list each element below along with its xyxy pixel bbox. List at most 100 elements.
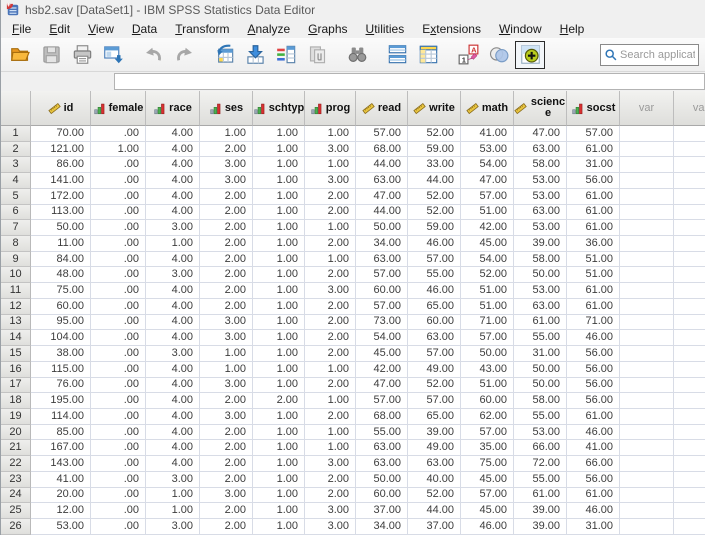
cell-race[interactable]: 4.00 [146, 157, 200, 173]
cell-socst[interactable]: 56.00 [567, 393, 620, 409]
menu-data[interactable]: Data [123, 21, 166, 37]
cell-write[interactable]: 44.00 [408, 173, 461, 189]
cell-empty[interactable] [674, 393, 705, 409]
menu-analyze[interactable]: Analyze [238, 21, 299, 37]
cell-female[interactable]: .00 [91, 488, 146, 504]
row-number[interactable]: 25 [1, 503, 31, 519]
cell-science[interactable]: 31.00 [514, 346, 567, 362]
cell-empty[interactable] [674, 378, 705, 394]
cell-socst[interactable]: 61.00 [567, 409, 620, 425]
cell-id[interactable]: 115.00 [31, 362, 91, 378]
cell-empty[interactable] [674, 519, 705, 535]
cell-prog[interactable]: 3.00 [305, 519, 356, 535]
cell-read[interactable]: 47.00 [356, 378, 408, 394]
cell-ses[interactable]: 2.00 [200, 189, 253, 205]
cell-race[interactable]: 3.00 [146, 519, 200, 535]
cell-empty[interactable] [620, 440, 674, 456]
cell-female[interactable]: .00 [91, 393, 146, 409]
cell-empty[interactable] [674, 267, 705, 283]
cell-race[interactable]: 4.00 [146, 330, 200, 346]
cell-female[interactable]: .00 [91, 409, 146, 425]
cell-read[interactable]: 37.00 [356, 503, 408, 519]
cell-empty[interactable] [620, 283, 674, 299]
cell-read[interactable]: 54.00 [356, 330, 408, 346]
cell-schtyp[interactable]: 1.00 [253, 267, 305, 283]
cell-empty[interactable] [620, 252, 674, 268]
cell-math[interactable]: 57.00 [461, 330, 514, 346]
cell-science[interactable]: 58.00 [514, 393, 567, 409]
cell-empty[interactable] [674, 299, 705, 315]
cell-ses[interactable]: 2.00 [200, 456, 253, 472]
cell-ses[interactable]: 2.00 [200, 220, 253, 236]
cell-prog[interactable]: 2.00 [305, 472, 356, 488]
cell-schtyp[interactable]: 1.00 [253, 173, 305, 189]
cell-schtyp[interactable]: 1.00 [253, 252, 305, 268]
cell-read[interactable]: 57.00 [356, 126, 408, 142]
cell-race[interactable]: 4.00 [146, 440, 200, 456]
cell-race[interactable]: 1.00 [146, 488, 200, 504]
cell-read[interactable]: 44.00 [356, 157, 408, 173]
cell-id[interactable]: 143.00 [31, 456, 91, 472]
row-number[interactable]: 12 [1, 299, 31, 315]
cell-female[interactable]: .00 [91, 440, 146, 456]
cell-id[interactable]: 12.00 [31, 503, 91, 519]
cell-prog[interactable]: 2.00 [305, 267, 356, 283]
column-header-read[interactable]: read [356, 91, 408, 126]
cell-science[interactable]: 55.00 [514, 472, 567, 488]
cell-race[interactable]: 3.00 [146, 346, 200, 362]
cell-female[interactable]: .00 [91, 189, 146, 205]
cell-read[interactable]: 34.00 [356, 236, 408, 252]
cell-empty[interactable] [674, 440, 705, 456]
cell-empty[interactable] [674, 283, 705, 299]
cell-schtyp[interactable]: 1.00 [253, 126, 305, 142]
cell-id[interactable]: 85.00 [31, 425, 91, 441]
cell-empty[interactable] [674, 456, 705, 472]
cell-science[interactable]: 53.00 [514, 173, 567, 189]
cell-math[interactable]: 51.00 [461, 378, 514, 394]
cell-read[interactable]: 45.00 [356, 346, 408, 362]
cell-prog[interactable]: 2.00 [305, 488, 356, 504]
column-header-ses[interactable]: ses [200, 91, 253, 126]
cell-id[interactable]: 75.00 [31, 283, 91, 299]
cell-socst[interactable]: 61.00 [567, 220, 620, 236]
row-number[interactable]: 17 [1, 378, 31, 394]
cell-write[interactable]: 59.00 [408, 142, 461, 158]
cell-ses[interactable]: 3.00 [200, 173, 253, 189]
cell-schtyp[interactable]: 1.00 [253, 283, 305, 299]
cell-read[interactable]: 42.00 [356, 362, 408, 378]
cell-math[interactable]: 62.00 [461, 409, 514, 425]
cell-female[interactable]: .00 [91, 236, 146, 252]
cell-socst[interactable]: 61.00 [567, 205, 620, 221]
cell-socst[interactable]: 46.00 [567, 425, 620, 441]
cell-empty[interactable] [620, 189, 674, 205]
insert-variable-button[interactable] [302, 41, 332, 69]
cell-empty[interactable] [620, 236, 674, 252]
cell-math[interactable]: 51.00 [461, 299, 514, 315]
menu-transform[interactable]: Transform [166, 21, 238, 37]
cell-id[interactable]: 172.00 [31, 189, 91, 205]
cell-schtyp[interactable]: 1.00 [253, 472, 305, 488]
save-button[interactable] [36, 41, 66, 69]
cell-prog[interactable]: 3.00 [305, 142, 356, 158]
cell-empty[interactable] [674, 425, 705, 441]
cell-empty[interactable] [674, 220, 705, 236]
open-data-button[interactable] [5, 41, 35, 69]
cell-read[interactable]: 57.00 [356, 267, 408, 283]
cell-socst[interactable]: 36.00 [567, 236, 620, 252]
cell-empty[interactable] [620, 378, 674, 394]
row-number[interactable]: 24 [1, 488, 31, 504]
cell-empty[interactable] [620, 503, 674, 519]
cell-race[interactable]: 4.00 [146, 173, 200, 189]
cell-write[interactable]: 37.00 [408, 519, 461, 535]
cell-prog[interactable]: 2.00 [305, 189, 356, 205]
cell-empty[interactable] [674, 330, 705, 346]
cell-socst[interactable]: 31.00 [567, 519, 620, 535]
cell-math[interactable]: 43.00 [461, 362, 514, 378]
cell-write[interactable]: 39.00 [408, 425, 461, 441]
cell-read[interactable]: 57.00 [356, 393, 408, 409]
cell-science[interactable]: 66.00 [514, 440, 567, 456]
cell-math[interactable]: 42.00 [461, 220, 514, 236]
column-header-socst[interactable]: socst [567, 91, 620, 126]
cell-id[interactable]: 70.00 [31, 126, 91, 142]
cell-read[interactable]: 63.00 [356, 440, 408, 456]
